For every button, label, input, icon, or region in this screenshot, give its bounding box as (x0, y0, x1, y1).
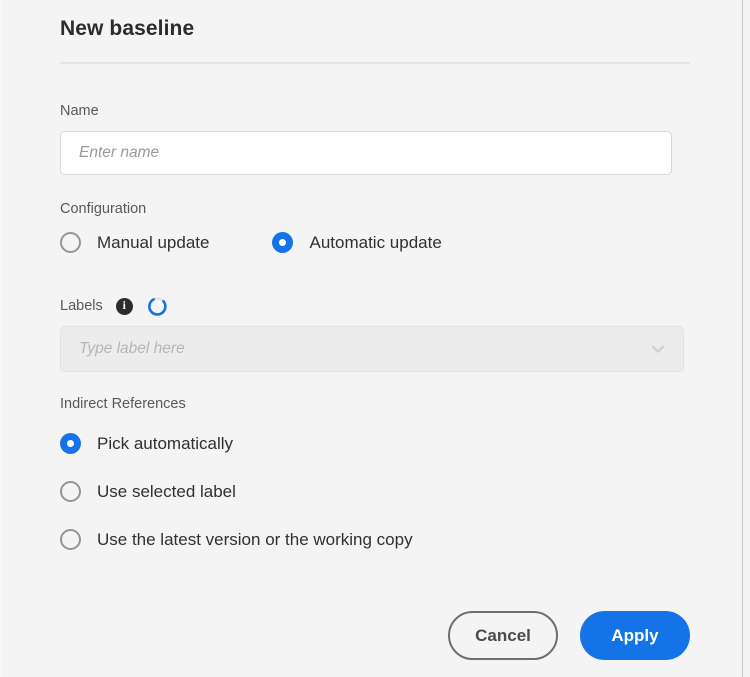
apply-button[interactable]: Apply (580, 611, 690, 660)
radio-use-selected-label[interactable]: Use selected label (60, 481, 680, 502)
indirect-references-label: Indirect References (60, 396, 186, 412)
radio-icon-manual-update (60, 232, 81, 253)
radio-use-latest-version[interactable]: Use the latest version or the working co… (60, 529, 680, 550)
label-select-field[interactable]: Type label here (60, 326, 684, 372)
radio-automatic-update[interactable]: Automatic update (272, 232, 442, 253)
radio-label-use-selected-label: Use selected label (97, 482, 236, 501)
info-icon[interactable]: i (115, 297, 133, 315)
radio-icon-pick-automatically (60, 433, 81, 454)
dialog-left-edge (0, 0, 3, 677)
radio-label-automatic-update: Automatic update (309, 233, 442, 252)
radio-icon-use-selected-label (60, 481, 81, 502)
radio-pick-automatically[interactable]: Pick automatically (60, 433, 680, 454)
radio-manual-update[interactable]: Manual update (60, 232, 209, 253)
name-field-group: Name (60, 102, 672, 175)
chevron-down-icon (649, 340, 667, 358)
name-input[interactable] (60, 131, 672, 175)
cancel-button[interactable]: Cancel (448, 611, 558, 660)
loading-spinner-icon (147, 296, 168, 317)
radio-label-use-latest-version: Use the latest version or the working co… (97, 530, 413, 549)
header-divider (60, 62, 690, 64)
configuration-radio-row: Manual update Automatic update (60, 232, 680, 253)
dialog-footer: Cancel Apply (0, 611, 690, 660)
labels-group: Labels i Type label here (60, 296, 684, 372)
configuration-label: Configuration (60, 201, 147, 217)
configuration-group: Configuration Manual update Automatic up… (60, 200, 680, 253)
indirect-references-group: Indirect References Pick automatically U… (60, 395, 680, 550)
radio-icon-automatic-update (272, 232, 294, 253)
radio-label-manual-update: Manual update (97, 233, 210, 252)
radio-label-pick-automatically: Pick automatically (97, 434, 234, 453)
page-title: New baseline (60, 17, 195, 40)
label-select-placeholder: Type label here (79, 340, 185, 357)
labels-label: Labels (60, 298, 103, 314)
new-baseline-dialog: New baseline Name Configuration Manual u… (0, 0, 743, 677)
dialog-header: New baseline (60, 14, 690, 44)
radio-icon-use-latest-version (60, 529, 81, 550)
labels-header-row: Labels i (60, 296, 680, 316)
name-label: Name (60, 103, 99, 119)
info-icon-glyph: i (122, 299, 126, 312)
